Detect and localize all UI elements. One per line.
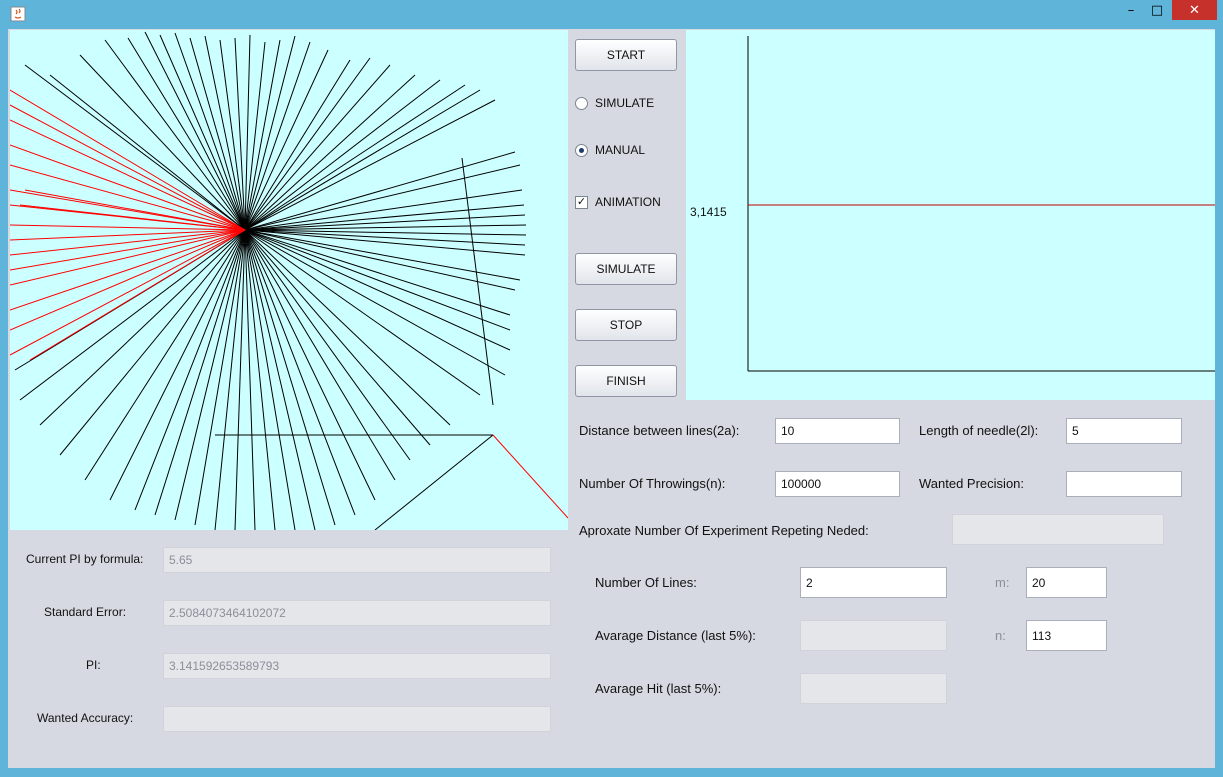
miss-needle <box>84 229 246 481</box>
throwings-input[interactable]: 100000 <box>775 471 900 497</box>
miss-needle <box>244 229 431 446</box>
hit-needle <box>10 104 246 231</box>
wanted-precision-input[interactable] <box>1066 471 1182 497</box>
distance-between-lines-label: Distance between lines(2a): <box>579 423 740 438</box>
miss-needle <box>244 34 251 231</box>
miss-needle <box>244 229 336 526</box>
main-panel: START SIMULATE MANUAL ✓ ANIMATION SIMULA… <box>8 29 1215 768</box>
number-of-lines-input[interactable]: 2 <box>800 567 947 598</box>
pi-convergence-graph: 3,1415 <box>686 30 1215 400</box>
simulate-radio[interactable]: SIMULATE <box>575 96 654 110</box>
wanted-accuracy-field[interactable] <box>163 706 551 732</box>
simulate-button[interactable]: SIMULATE <box>575 253 677 285</box>
average-hit-field[interactable] <box>800 673 947 704</box>
miss-needle <box>244 189 523 231</box>
n-label: n: <box>995 628 1006 643</box>
animation-checkbox[interactable]: ✓ ANIMATION <box>575 195 661 209</box>
repeats-needed-field[interactable] <box>952 514 1164 545</box>
m-input[interactable]: 20 <box>1026 567 1107 598</box>
average-distance-label: Avarage Distance (last 5%): <box>595 628 756 643</box>
close-button[interactable]: ✕ <box>1172 0 1217 20</box>
repeats-needed-label: Aproxate Number Of Experiment Repeting N… <box>579 523 869 538</box>
standard-error-field[interactable]: 2.5084073464102072 <box>163 600 551 626</box>
stop-button[interactable]: STOP <box>575 309 677 341</box>
miss-needle <box>24 64 246 231</box>
animation-checkbox-label: ANIMATION <box>595 195 661 209</box>
graph-axes <box>747 36 1215 372</box>
miss-needle <box>244 229 396 481</box>
manual-radio-label: MANUAL <box>595 143 646 157</box>
needle-simulation-canvas <box>10 30 568 530</box>
throwings-label: Number Of Throwings(n): <box>579 476 726 491</box>
miss-needle <box>244 229 511 316</box>
miss-needle <box>59 229 246 456</box>
current-pi-label: Current PI by formula: <box>26 552 144 566</box>
miss-needle <box>174 229 246 521</box>
miss-needle <box>244 229 316 530</box>
wanted-accuracy-label: Wanted Accuracy: <box>37 711 134 725</box>
n-input[interactable]: 113 <box>1026 620 1107 651</box>
title-bar: – □ ✕ <box>0 0 1223 28</box>
manual-radio-indicator[interactable] <box>575 143 588 157</box>
simulate-radio-indicator[interactable] <box>575 96 588 110</box>
hit-needle <box>10 229 246 331</box>
needle-drawing <box>10 31 568 530</box>
miss-needle <box>244 229 481 396</box>
miss-needle <box>244 164 521 231</box>
hit-needle <box>10 229 246 356</box>
maximize-button[interactable]: □ <box>1144 0 1170 20</box>
start-button[interactable]: START <box>575 39 677 71</box>
average-hit-label: Avarage Hit (last 5%): <box>595 681 722 696</box>
miss-needle <box>374 434 494 530</box>
minimize-button[interactable]: – <box>1118 0 1144 20</box>
hit-needle <box>492 434 568 519</box>
current-pi-field[interactable]: 5.65 <box>163 547 551 573</box>
manual-radio[interactable]: MANUAL <box>575 143 645 157</box>
miss-needle <box>244 74 416 231</box>
standard-error-label: Standard Error: <box>44 605 127 619</box>
miss-needle <box>244 57 371 231</box>
java-app-icon <box>10 6 26 22</box>
needle-length-input[interactable]: 5 <box>1066 418 1182 444</box>
needle-length-label: Length of needle(2l): <box>919 423 1039 438</box>
m-label: m: <box>995 575 1010 590</box>
miss-needle <box>244 229 376 501</box>
pi-field[interactable]: 3.141592653589793 <box>163 653 551 679</box>
simulate-radio-label: SIMULATE <box>595 96 655 110</box>
distance-between-lines-input[interactable]: 10 <box>775 418 900 444</box>
animation-checkbox-indicator[interactable]: ✓ <box>575 195 588 209</box>
miss-needle <box>244 229 411 461</box>
number-of-lines-label: Number Of Lines: <box>595 575 697 590</box>
wanted-precision-label: Wanted Precision: <box>919 476 1025 491</box>
pi-label: PI: <box>86 658 101 672</box>
average-distance-field[interactable] <box>800 620 947 651</box>
miss-needle <box>244 89 481 231</box>
pi-reference-label: 3,1415 <box>690 205 727 219</box>
finish-button[interactable]: FINISH <box>575 365 677 397</box>
miss-needle <box>244 79 441 231</box>
